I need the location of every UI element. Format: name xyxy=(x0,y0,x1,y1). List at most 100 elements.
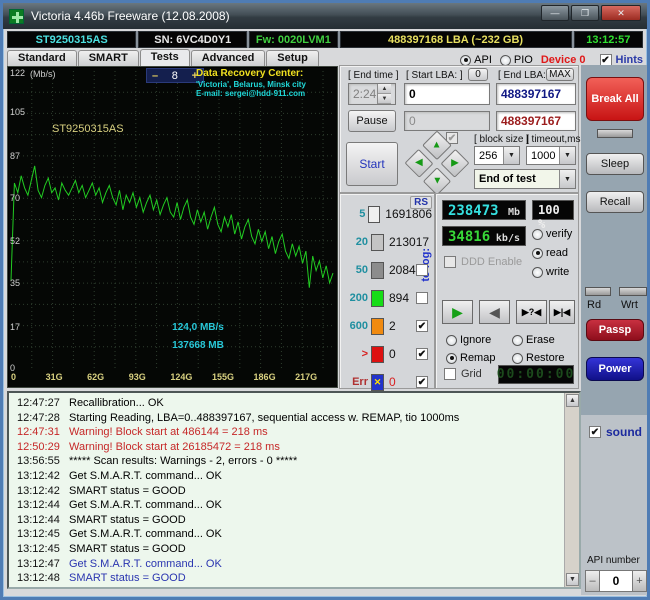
y-tick-label: 87 xyxy=(10,151,21,162)
progress-panel: 238473 Mb 100 % 34816 kb/s DDD Enable ve… xyxy=(435,193,579,389)
option-read[interactable]: read xyxy=(532,247,572,259)
radio-pio-icon[interactable] xyxy=(499,54,511,66)
sound-checkbox[interactable]: ✔ xyxy=(589,426,601,438)
option-erase[interactable]: Erase xyxy=(512,334,574,346)
log-text: SMART status = GOOD xyxy=(69,572,186,585)
legend-count: 2084 xyxy=(389,263,416,277)
radio-read-icon[interactable] xyxy=(532,247,543,259)
speed-value: 34816 xyxy=(448,229,491,245)
block-size-label: [ block size ] xyxy=(474,134,530,145)
legend-row-20: 20 213017 xyxy=(342,228,432,256)
scan-question-button[interactable]: ▶?◀ xyxy=(516,300,547,324)
radio-api-icon[interactable] xyxy=(460,54,472,66)
sleep-button[interactable]: Sleep xyxy=(586,153,644,175)
log-scrollbar[interactable]: ▲ ▼ xyxy=(564,393,579,587)
option-ignore[interactable]: Ignore xyxy=(446,334,508,346)
log-time: 13:12:42 xyxy=(17,484,60,497)
current-position-readout: 137668 MB xyxy=(172,340,224,351)
timeout-value: 1000 xyxy=(531,149,556,162)
tab-smart[interactable]: SMART xyxy=(77,50,139,66)
radio-remap-icon[interactable] xyxy=(446,352,457,364)
pad-right-button[interactable]: ▶ xyxy=(440,148,470,178)
rewind-button[interactable]: ◀ xyxy=(479,300,510,324)
legend-label: 200 xyxy=(349,292,368,304)
stop-pair-button[interactable]: ▶|◀ xyxy=(549,300,575,324)
block-size-select[interactable]: 256 ▼ xyxy=(474,146,520,165)
start-button[interactable]: Start xyxy=(346,142,398,186)
legend-log-checkbox[interactable] xyxy=(416,264,428,276)
spin-up-icon[interactable]: ▲ xyxy=(378,84,391,94)
tab-setup[interactable]: Setup xyxy=(266,50,319,66)
y-tick-label: 122 xyxy=(10,68,26,78)
victoria-window: Victoria 4.46b Freeware (12.08.2008) — ❐… xyxy=(0,0,650,600)
timeout-select[interactable]: 1000 ▼ xyxy=(526,146,576,165)
break-all-button[interactable]: Break All xyxy=(586,77,644,121)
maximize-button[interactable]: ❐ xyxy=(571,5,599,21)
end-lba-input[interactable]: 488397167 xyxy=(496,83,576,105)
legend-log-checkbox[interactable]: ✔ xyxy=(416,376,428,388)
spin-down-icon[interactable]: ▼ xyxy=(378,94,391,104)
y-tick-label: 70 xyxy=(10,192,21,203)
api-number-minus-button[interactable]: – xyxy=(585,570,600,592)
grid-checkbox[interactable] xyxy=(444,368,456,380)
tab-tests[interactable]: Tests xyxy=(139,49,190,67)
option-verify[interactable]: verify xyxy=(532,228,572,240)
percent-lcd: 100 % xyxy=(532,200,574,231)
pad-down-button[interactable]: ▼ xyxy=(422,166,452,196)
dropdown-icon[interactable]: ▼ xyxy=(559,170,575,188)
log-panel[interactable]: 12:47:27 Recallibration... OK 12:47:28 Star… xyxy=(7,391,581,589)
title-bar[interactable]: Victoria 4.46b Freeware (12.08.2008) — ❐… xyxy=(3,3,647,29)
legend-row-50: 50 2084 xyxy=(342,256,432,284)
legend-log-checkbox[interactable] xyxy=(416,292,428,304)
legend-count: 213017 xyxy=(389,235,430,249)
dropdown-icon[interactable]: ▼ xyxy=(559,147,575,164)
close-button[interactable]: ✕ xyxy=(601,5,641,21)
end-time-spinner[interactable]: ▲ ▼ xyxy=(377,84,391,104)
option-write[interactable]: write xyxy=(532,266,572,278)
graph-zoom-out-button[interactable]: – xyxy=(152,70,158,82)
radio-write-icon[interactable] xyxy=(532,266,543,278)
legend-color-swatch: ✕ xyxy=(371,373,384,391)
sound-toggle[interactable]: ✔ sound xyxy=(589,425,642,439)
ddd-checkbox[interactable] xyxy=(444,256,456,268)
block-time-legend: RS to log: 5 1691806 20 213017 50 2084 200 894 6… xyxy=(339,193,435,391)
drive-capacity: 488397168 LBA (~232 GB) xyxy=(339,31,572,48)
recall-button[interactable]: Recall xyxy=(586,191,644,213)
play-button[interactable]: ▶ xyxy=(442,300,473,324)
passp-button[interactable]: Passp xyxy=(586,319,644,341)
grid-toggle[interactable]: Grid xyxy=(444,368,482,380)
option-remap[interactable]: Remap xyxy=(446,352,508,364)
end-time-field[interactable]: 2:24 ▲ ▼ xyxy=(348,83,396,105)
log-time: 13:12:45 xyxy=(17,542,60,555)
option-restore[interactable]: Restore xyxy=(512,352,574,364)
legend-color-swatch xyxy=(371,317,384,335)
log-time: 13:12:45 xyxy=(17,528,60,541)
radio-ignore-icon[interactable] xyxy=(446,334,457,346)
dropdown-icon[interactable]: ▼ xyxy=(503,147,519,164)
log-time: 13:56:55 xyxy=(17,455,60,468)
scroll-down-icon[interactable]: ▼ xyxy=(566,573,579,586)
log-text: ***** Scan results: Warnings - 2, errors… xyxy=(69,455,298,468)
power-button[interactable]: Power xyxy=(586,357,644,381)
tab-standard[interactable]: Standard xyxy=(7,50,77,66)
max-lba-button[interactable]: MAX xyxy=(546,68,574,81)
radio-restore-icon[interactable] xyxy=(512,352,523,364)
log-time: 12:47:27 xyxy=(17,397,60,409)
radio-erase-icon[interactable] xyxy=(512,334,523,346)
legend-log-checkbox[interactable]: ✔ xyxy=(416,348,428,360)
log-line: 13:12:45 SMART status = GOOD xyxy=(9,542,579,557)
radio-verify-icon[interactable] xyxy=(532,228,543,240)
api-number-plus-button[interactable]: + xyxy=(632,570,647,592)
scroll-up-icon[interactable]: ▲ xyxy=(566,394,579,407)
test-control-panel: [ End time ] 2:24 ▲ ▼ [ Start LBA: ] 0 0… xyxy=(339,65,586,196)
pause-button[interactable]: Pause xyxy=(348,110,396,132)
legend-log-checkbox[interactable]: ✔ xyxy=(416,320,428,332)
start-lba-input[interactable]: 0 xyxy=(404,83,490,105)
zero-lba-button[interactable]: 0 xyxy=(468,68,488,81)
ddd-enable-toggle[interactable]: DDD Enable xyxy=(444,256,522,268)
x-tick-label: 124G xyxy=(170,372,193,382)
log-text: Get S.M.A.R.T. command... OK xyxy=(69,528,222,541)
minimize-button[interactable]: — xyxy=(541,5,569,21)
after-action-select[interactable]: End of test ▼ xyxy=(474,169,576,189)
tab-advanced[interactable]: Advanced xyxy=(190,50,266,66)
